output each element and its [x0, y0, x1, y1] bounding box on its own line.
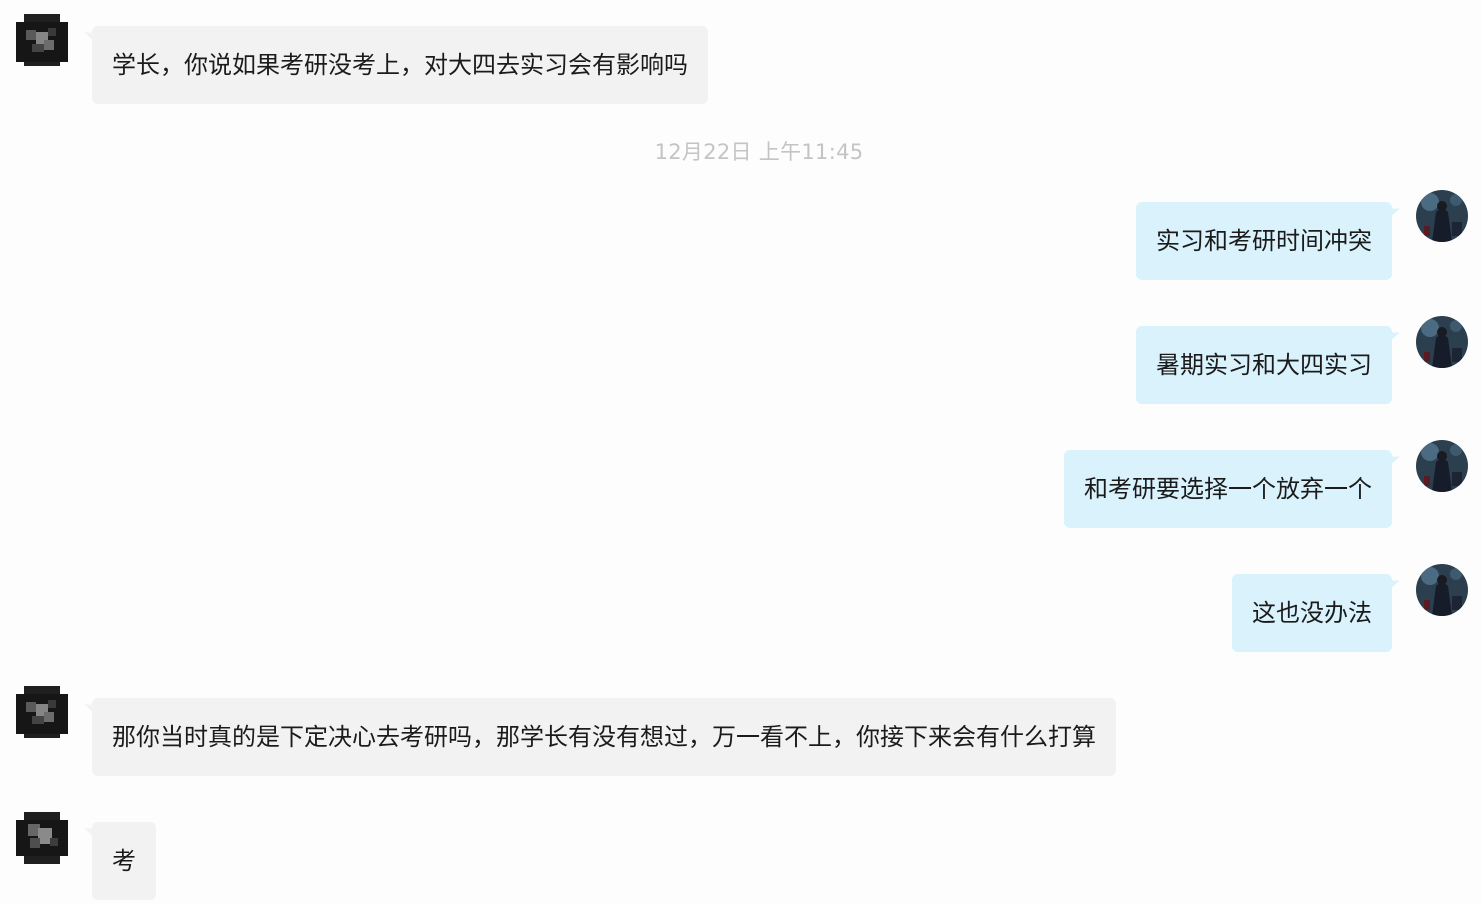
message-bubble[interactable]: 这也没办法 — [1232, 574, 1400, 652]
bubble-tail-icon — [1386, 578, 1400, 592]
message-bubble[interactable]: 学长，你说如果考研没考上，对大四去实习会有影响吗 — [84, 26, 708, 104]
bubble-tail-icon — [1386, 454, 1400, 468]
message-bubble[interactable]: 考 — [84, 822, 156, 900]
message-bubble[interactable]: 实习和考研时间冲突 — [1136, 202, 1400, 280]
bubble-tail-icon — [84, 702, 98, 716]
user-avatar-icon[interactable] — [1416, 440, 1468, 492]
user-avatar-icon[interactable] — [1416, 316, 1468, 368]
bubble-tail-icon — [1386, 206, 1400, 220]
contact-avatar-icon[interactable] — [16, 812, 68, 864]
user-avatar-icon[interactable] — [1416, 190, 1468, 242]
message-bubble[interactable]: 和考研要选择一个放弃一个 — [1064, 450, 1400, 528]
bubble-tail-icon — [84, 30, 98, 44]
message-bubble[interactable]: 暑期实习和大四实习 — [1136, 326, 1400, 404]
message-text: 那你当时真的是下定决心去考研吗，那学长有没有想过，万一看不上，你接下来会有什么打… — [112, 723, 1096, 751]
bubble-tail-icon — [84, 826, 98, 840]
message-text: 暑期实习和大四实习 — [1156, 351, 1372, 379]
message-text: 这也没办法 — [1252, 599, 1372, 627]
timestamp-divider: 12月22日 上午11:45 — [654, 140, 864, 164]
message-text: 实习和考研时间冲突 — [1156, 227, 1372, 255]
bubble-tail-icon — [1386, 330, 1400, 344]
message-text: 考 — [112, 847, 136, 875]
contact-avatar-icon[interactable] — [16, 14, 68, 66]
message-bubble[interactable]: 那你当时真的是下定决心去考研吗，那学长有没有想过，万一看不上，你接下来会有什么打… — [84, 698, 1116, 776]
contact-avatar-icon[interactable] — [16, 686, 68, 738]
user-avatar-icon[interactable] — [1416, 564, 1468, 616]
message-text: 和考研要选择一个放弃一个 — [1084, 475, 1372, 503]
message-text: 学长，你说如果考研没考上，对大四去实习会有影响吗 — [112, 51, 688, 79]
chat-window: 学长，你说如果考研没考上，对大四去实习会有影响吗 12月22日 上午11:45 … — [0, 0, 1482, 904]
